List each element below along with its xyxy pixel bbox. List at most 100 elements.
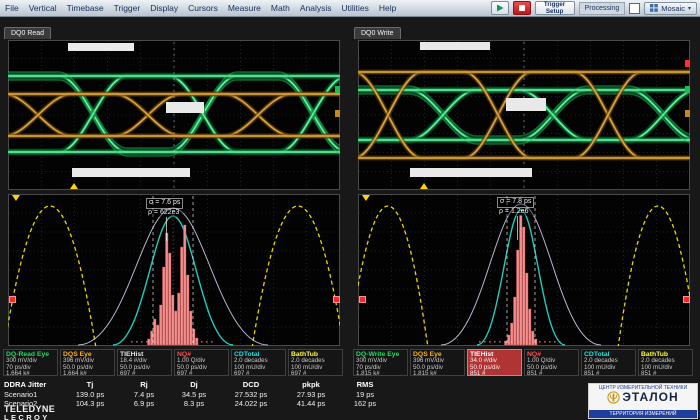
cursor-handle[interactable] [359,296,366,303]
watermark-logo-row: ЭТАЛОН [607,391,678,404]
table-header-row: DDRA JitterTjRjDjDCDpkpkRMS [2,380,390,389]
descriptor-line: 1.815 k# [356,371,405,376]
cell-scenario2-pkpk: 41.44 ps [282,399,340,408]
cursor-handle[interactable] [333,296,340,303]
table-title: DDRA Jitter [2,380,60,389]
menu-item-timebase[interactable]: Timebase [62,0,109,16]
cell-scenario1-dj: 34.5 ps [168,390,220,399]
histogram-marker [12,195,20,201]
menu-item-display[interactable]: Display [145,0,183,16]
brand-line-2: LECROY [4,414,55,420]
descriptor-tiehist[interactable]: TIEHist18.4 #/div50.0 ps/div697 # [117,349,172,376]
cell-scenario1-dcd: 27.532 ps [220,390,282,399]
descriptor-line: 851 # [470,371,519,376]
trigger-time-marker[interactable] [70,183,78,189]
cell-scenario1-pkpk: 27.93 ps [282,390,340,399]
trigger-setup-button[interactable]: Trigger Setup [535,1,575,15]
menu-item-trigger[interactable]: Trigger [109,0,146,16]
menu-bar: FileVerticalTimebaseTriggerDisplayCursor… [0,0,700,17]
histogram-annotation-read: σ = 7.6 ps ρ = 622e3 [146,198,183,241]
menu-item-file[interactable]: File [0,0,24,16]
menu-item-analysis[interactable]: Analysis [295,0,337,16]
cell-scenario2-rms: 162 ps [340,399,390,408]
trace-level-marker [685,110,690,117]
menu-item-help[interactable]: Help [374,0,401,16]
descriptor-dq-read-eye[interactable]: DQ-Read Eye300 mV/div70 ps/div1.664 k# [3,349,58,376]
menu-item-math[interactable]: Math [266,0,295,16]
trace-level-marker [685,86,690,93]
descriptor-line: 697 # [234,371,283,376]
mosaic-checkbox[interactable] [629,3,640,14]
brand-logo: TELEDYNE LECROY [4,405,55,420]
annotation-leader-line [517,216,518,240]
rho-value: ρ = 622e3 [146,209,183,218]
descriptor-dqs-eye[interactable]: DQS Eye396 mV/div50.0 ps/div1.815 k# [410,349,465,376]
column-header-rms: RMS [340,380,390,389]
column-header-dcd: DCD [220,380,282,389]
descriptor-line: 697 # [177,371,226,376]
grid-icon [650,4,658,12]
trigger-time-marker[interactable] [420,183,428,189]
menu-items: FileVerticalTimebaseTriggerDisplayCursor… [0,0,401,16]
cursor-handle[interactable] [683,296,690,303]
tab-dq0-read[interactable]: DQ0 Read [4,27,51,39]
descriptor-cdtotal[interactable]: CDTotal2.0 decades100 mU/div851 # [581,349,636,376]
rho-value: ρ = 1.2e6 [497,208,534,217]
column-header-tj: Tj [60,380,120,389]
etalon-emblem-icon [607,391,620,404]
descriptor-row-read: DQ-Read Eye300 mV/div70 ps/div1.664 k#DQ… [3,349,343,376]
mosaic-label: Mosaic [661,4,685,13]
dropdown-icon: ▾ [688,5,691,12]
descriptor-bathtub[interactable]: BathTub2.0 decades100 mU/div697 # [288,349,343,376]
descriptor-line: 1.815 k# [413,371,462,376]
column-header-pkpk: pkpk [282,380,340,389]
cell-scenario2-dj: 8.3 ps [168,399,220,408]
histogram-annotation-write: σ = 7.8 ps ρ = 1.2e6 [497,197,534,240]
watermark-etalon: ЦЕНТР ИЗМЕРИТЕЛЬНОЙ ТЕХНИКИ ЭТАЛОН ТЕРРИ… [588,383,698,419]
sigma-value: σ = 7.8 ps [497,197,534,208]
descriptor-tiehist[interactable]: TIEHist34.0 #/div50.0 ps/div851 # [467,349,522,376]
descriptor-nq[interactable]: NQ#1.00 Q/div50.0 ps/div697 # [174,349,229,376]
descriptor-nq[interactable]: NQ#1.00 Q/div50.0 ps/div851 # [524,349,579,376]
watermark-name: ЭТАЛОН [622,391,678,404]
menu-item-vertical[interactable]: Vertical [24,0,62,16]
descriptor-bathtub[interactable]: BathTub2.0 decades100 mU/div851 # [638,349,693,376]
cell-scenario1-rms: 19 ps [340,390,390,399]
cell-scenario2-dcd: 24.022 ps [220,399,282,408]
menu-bar-right: Trigger Setup Processing Mosaic ▾ [491,1,700,15]
stop-button[interactable] [513,1,531,15]
annotation-leader-line [166,217,167,241]
stop-icon [519,5,525,11]
trace-level-marker [335,110,340,117]
trace-level-marker [335,86,340,93]
eye-diagram-write[interactable] [358,40,690,190]
cell-scenario1-rj: 7.4 ps [120,390,168,399]
cursor-handle[interactable] [9,296,16,303]
menu-item-measure[interactable]: Measure [223,0,266,16]
descriptor-line: 1.664 k# [6,371,55,376]
measure-table: DDRA JitterTjRjDjDCDpkpkRMSScenario1139.… [0,378,586,420]
menu-item-utilities[interactable]: Utilities [336,0,373,16]
table-row-scenario2: Scenario2104.3 ps6.9 ps8.3 ps24.022 ps41… [2,399,390,408]
descriptor-line: 697 # [120,371,169,376]
tab-dq0-write[interactable]: DQ0 Write [354,27,401,39]
cell-scenario2-tj: 104.3 ps [60,399,120,408]
mosaic-button[interactable]: Mosaic ▾ [644,2,697,15]
trace-level-marker [685,60,690,67]
descriptor-line: 697 # [291,371,340,376]
column-header-dj: Dj [168,380,220,389]
descriptor-dq-write-eye[interactable]: DQ-Write Eye300 mV/div70 ps/div1.815 k# [353,349,408,376]
eye-diagram-read[interactable] [8,40,340,190]
cell-scenario2-rj: 6.9 ps [120,399,168,408]
column-header-rj: Rj [120,380,168,389]
menu-item-cursors[interactable]: Cursors [183,0,223,16]
histogram-marker [362,195,370,201]
sigma-value: σ = 7.6 ps [146,198,183,209]
descriptor-row-write: DQ-Write Eye300 mV/div70 ps/div1.815 k#D… [353,349,693,376]
descriptor-line: 851 # [584,371,633,376]
descriptor-cdtotal[interactable]: CDTotal2.0 decades100 mU/div697 # [231,349,286,376]
table-row-scenario1: Scenario1139.0 ps7.4 ps34.5 ps27.532 ps2… [2,390,390,399]
descriptor-line: 851 # [527,371,576,376]
run-button[interactable] [491,1,509,15]
descriptor-dqs-eye[interactable]: DQS Eye396 mV/div50.0 ps/div1.664 k# [60,349,115,376]
